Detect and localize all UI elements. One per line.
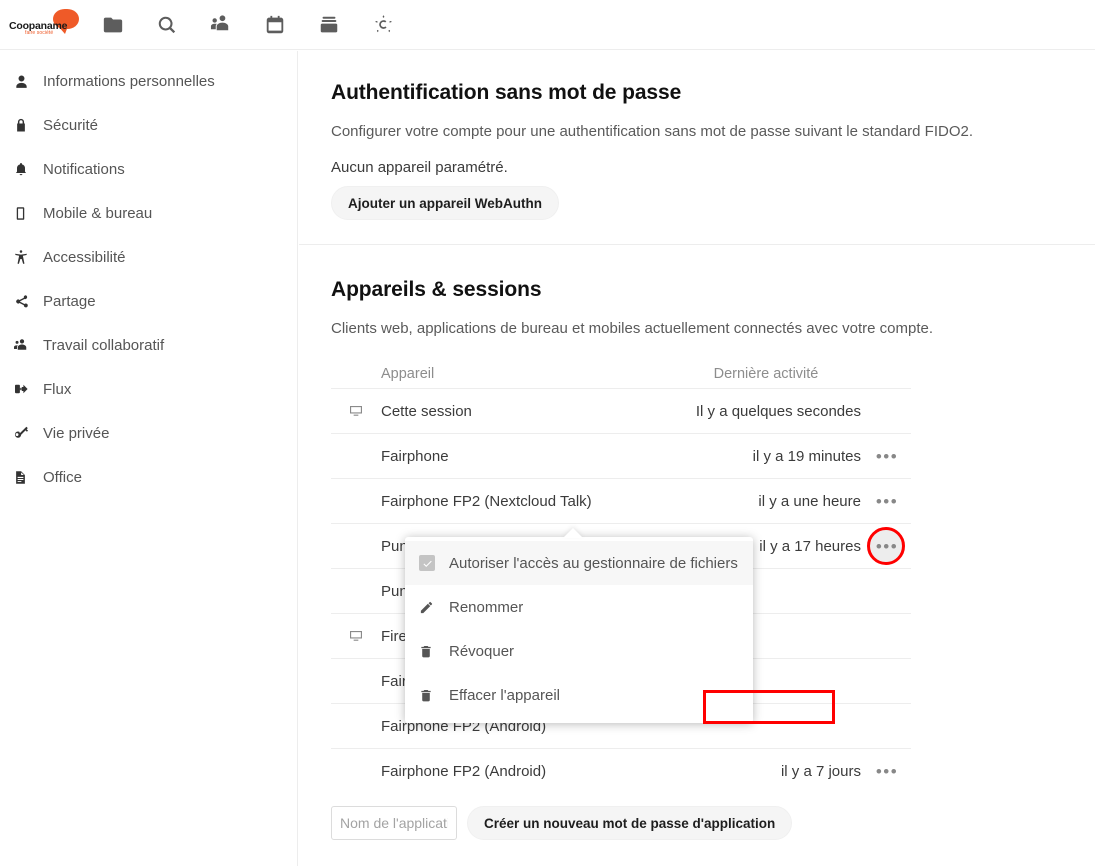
app-name-input[interactable] (331, 806, 457, 840)
flow-icon (13, 378, 43, 400)
device-name: Fairphone (381, 448, 671, 465)
webauthn-description: Configurer votre compte pour une authent… (331, 123, 1063, 140)
bell-icon (13, 158, 43, 180)
add-webauthn-device-button[interactable]: Ajouter un appareil WebAuthn (331, 186, 559, 220)
device-activity: Il y a quelques secondes (671, 403, 861, 420)
sidebar-item-label: Office (43, 469, 82, 486)
share-icon (13, 290, 43, 312)
sidebar-item-label: Informations personnelles (43, 73, 215, 90)
create-app-password-button[interactable]: Créer un nouveau mot de passe d'applicat… (467, 806, 792, 840)
sessions-description: Clients web, applications de bureau et m… (331, 320, 1063, 337)
webauthn-title: Authentification sans mot de passe (331, 81, 1063, 105)
table-row[interactable]: Fairphone FP2 (Nextcloud Talk) il y a un… (331, 479, 911, 524)
settings-sidebar: Informations personnelles Sécurité Notif… (0, 51, 298, 866)
menu-item-renommer[interactable]: Renommer (405, 585, 753, 629)
sessions-title: Appareils & sessions (331, 278, 1063, 302)
device-activity: il y a une heure (671, 493, 861, 510)
trash-icon (419, 688, 449, 703)
menu-item-label: Renommer (449, 599, 523, 616)
device-name: Fairphone FP2 (Nextcloud Talk) (381, 493, 671, 510)
sidebar-item-vie-privee[interactable]: Vie privée (0, 411, 297, 455)
calendar-icon[interactable] (248, 0, 302, 50)
sidebar-item-office[interactable]: Office (0, 455, 297, 499)
checkbox-checked-icon (419, 555, 449, 571)
menu-item-autoriser-acces-gestionnaire-fichiers[interactable]: Autoriser l'accès au gestionnaire de fic… (405, 541, 753, 585)
menu-item-revoquer[interactable]: Révoquer (405, 629, 753, 673)
webauthn-status: Aucun appareil paramétré. (331, 159, 1063, 176)
top-navigation-bar: Coopaname faire société (0, 0, 1095, 50)
circles-icon[interactable] (356, 0, 410, 50)
sidebar-item-label: Accessibilité (43, 249, 126, 266)
sidebar-item-label: Mobile & bureau (43, 205, 152, 222)
table-row[interactable]: Cette session Il y a quelques secondes (331, 389, 911, 434)
mobile-icon (13, 202, 43, 224)
files-icon[interactable] (86, 0, 140, 50)
menu-item-label: Effacer l'appareil (449, 687, 560, 704)
user-icon (13, 70, 43, 92)
sidebar-item-label: Flux (43, 381, 71, 398)
device-activity: il y a 19 minutes (671, 448, 861, 465)
menu-cell: ••• (861, 439, 911, 473)
logo-tagline: faire société (25, 31, 53, 36)
sidebar-item-label: Partage (43, 293, 96, 310)
contacts-icon[interactable] (194, 0, 248, 50)
monitor-icon (331, 628, 381, 644)
sidebar-item-notifications[interactable]: Notifications (0, 147, 297, 191)
settings-main-content: Authentification sans mot de passe Confi… (299, 51, 1095, 866)
sidebar-item-label: Sécurité (43, 117, 98, 134)
sidebar-item-informations-personnelles[interactable]: Informations personnelles (0, 59, 297, 103)
table-header-row: Appareil Dernière activité (331, 359, 911, 389)
trash-icon (419, 644, 449, 659)
sidebar-item-partage[interactable]: Partage (0, 279, 297, 323)
deck-icon[interactable] (302, 0, 356, 50)
table-row[interactable]: Fairphone il y a 19 minutes ••• (331, 434, 911, 479)
sidebar-item-flux[interactable]: Flux (0, 367, 297, 411)
row-actions-button[interactable]: ••• (869, 484, 903, 518)
sidebar-item-label: Notifications (43, 161, 125, 178)
table-row[interactable]: Fairphone FP2 (Android) il y a 7 jours •… (331, 749, 911, 794)
column-header-device: Appareil (381, 366, 671, 382)
menu-cell: ••• (861, 484, 911, 518)
search-icon[interactable] (140, 0, 194, 50)
menu-cell: ••• (861, 529, 911, 563)
device-name: Cette session (381, 403, 671, 420)
device-activity: il y a 7 jours (671, 763, 861, 780)
accessibility-icon (13, 246, 43, 268)
key-icon (13, 422, 43, 444)
menu-item-effacer-appareil[interactable]: Effacer l'appareil (405, 673, 753, 717)
row-actions-button-active[interactable]: ••• (869, 529, 903, 563)
sidebar-item-accessibilite[interactable]: Accessibilité (0, 235, 297, 279)
sidebar-item-securite[interactable]: Sécurité (0, 103, 297, 147)
row-actions-button[interactable]: ••• (869, 755, 903, 789)
sidebar-item-mobile-bureau[interactable]: Mobile & bureau (0, 191, 297, 235)
device-name: Fairphone FP2 (Android) (381, 763, 671, 780)
webauthn-section: Authentification sans mot de passe Confi… (299, 51, 1095, 244)
document-icon (13, 466, 43, 488)
sidebar-item-label: Vie privée (43, 425, 109, 442)
coopaname-logo[interactable]: Coopaname faire société (0, 0, 86, 50)
device-context-menu: Autoriser l'accès au gestionnaire de fic… (405, 537, 753, 723)
monitor-icon (331, 403, 381, 419)
app-password-creator: Créer un nouveau mot de passe d'applicat… (331, 806, 1063, 840)
menu-item-label: Autoriser l'accès au gestionnaire de fic… (449, 555, 738, 572)
sidebar-item-travail-collaboratif[interactable]: Travail collaboratif (0, 323, 297, 367)
pencil-icon (419, 600, 449, 615)
menu-item-label: Révoquer (449, 643, 514, 660)
menu-arrow (563, 528, 583, 538)
menu-cell: ••• (861, 755, 911, 789)
group-icon (13, 334, 43, 356)
lock-icon (13, 114, 43, 136)
row-actions-button[interactable]: ••• (869, 439, 903, 473)
column-header-activity: Dernière activité (671, 366, 861, 382)
sidebar-item-label: Travail collaboratif (43, 337, 164, 354)
